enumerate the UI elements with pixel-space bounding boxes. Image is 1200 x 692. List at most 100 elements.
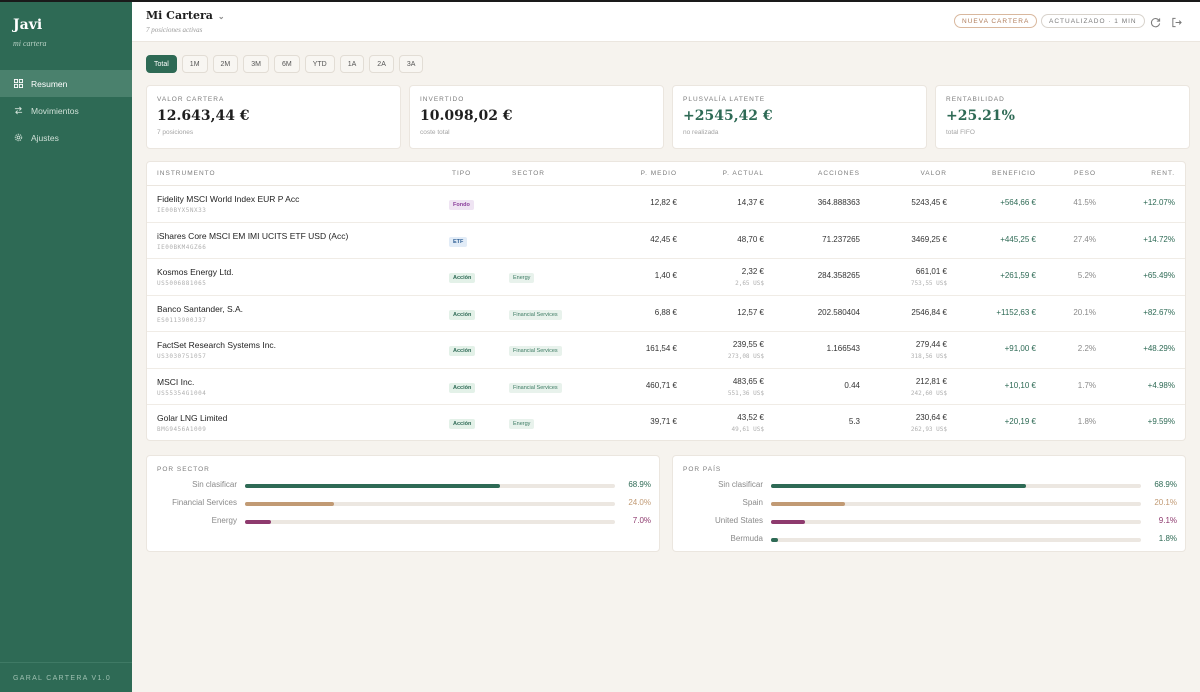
sidebar-nav: Resumen Movimientos Ajustes [0, 70, 132, 151]
table-row[interactable]: iShares Core MSCI EM IMI UCITS ETF USD (… [147, 223, 1185, 259]
tab-period-2a[interactable]: 2A [369, 55, 394, 73]
column-header-beneficio[interactable]: BENEFICIO [992, 170, 1036, 177]
sidebar-item-ajustes[interactable]: Ajustes [0, 124, 132, 151]
distribution-pct: 1.8% [1158, 534, 1177, 543]
shares: 1.166543 [826, 344, 860, 353]
distribution-track [245, 484, 615, 488]
weight: 20.1% [1073, 307, 1096, 317]
tab-period-1m[interactable]: 1M [181, 55, 208, 73]
instrument-isin: IE00BKM4GZ66 [157, 243, 207, 251]
instrument-name: FactSet Research Systems Inc. [157, 340, 277, 350]
current-price-usd: 273,08 US$ [727, 353, 764, 360]
distribution-row: Sin clasificar 68.9% [673, 480, 1187, 492]
instrument-isin: ES0113900J37 [157, 316, 207, 324]
column-header-tipo[interactable]: TIPO [452, 170, 471, 177]
distribution-row: Financial Services 24.0% [147, 498, 661, 510]
position-value-usd: 753,55 US$ [910, 280, 947, 287]
tab-period-3a[interactable]: 3A [398, 55, 424, 73]
column-header-acciones[interactable]: ACCIONES [818, 170, 860, 177]
distribution-pct: 20.1% [1154, 498, 1177, 507]
table-row[interactable]: FactSet Research Systems Inc. US30307510… [147, 332, 1185, 369]
return: +65.49% [1143, 271, 1175, 280]
sidebar-item-label: Ajustes [31, 132, 59, 143]
tab-period-3m[interactable]: 3M [243, 55, 269, 73]
logout-icon[interactable] [1171, 15, 1183, 28]
kpi-label: RENTABILIDAD [946, 96, 1005, 103]
distribution-label: Spain [742, 498, 763, 507]
column-header-rent[interactable]: RENT. [1151, 170, 1175, 177]
distribution-bar [771, 538, 778, 542]
instrument-name: Golar LNG Limited [157, 413, 228, 423]
tab-period-total[interactable]: Total [146, 55, 177, 73]
position-value: 230,64 € [915, 413, 947, 422]
shares: 202.580404 [817, 307, 860, 317]
sidebar-item-resumen[interactable]: Resumen [0, 70, 132, 97]
table-row[interactable]: Fidelity MSCI World Index EUR P Acc IE00… [147, 186, 1185, 223]
distribution-label: United States [714, 516, 763, 525]
refresh-icon[interactable] [1150, 15, 1162, 28]
distribution-track [771, 484, 1141, 488]
sidebar-item-movimientos[interactable]: Movimientos [0, 97, 132, 124]
instrument-isin: BMG9456A1009 [157, 426, 207, 433]
table-row[interactable]: Kosmos Energy Ltd. US5006881065 Acción E… [147, 259, 1185, 296]
current-price: 483,65 € [732, 376, 764, 386]
instrument-name: MSCI Inc. [157, 376, 195, 387]
swap-icon [13, 106, 23, 116]
instrument-isin: IE00BYX5NX33 [157, 207, 207, 214]
tab-period-2m[interactable]: 2M [212, 55, 239, 73]
profit: +20,19 € [1004, 417, 1036, 426]
weight: 5.2% [1077, 271, 1096, 280]
table-row[interactable]: MSCI Inc. US55354G1004 Acción Financial … [147, 369, 1185, 405]
column-header-instrumento[interactable]: INSTRUMENTO [157, 170, 216, 177]
type-badge: Acción [449, 273, 476, 283]
column-header-p-actual[interactable]: P. ACTUAL [723, 170, 764, 177]
tab-period-6m[interactable]: 6M [274, 55, 300, 73]
current-price: 43,52 € [737, 413, 764, 422]
panel-title: POR SECTOR [157, 466, 210, 473]
profit: +1152,63 € [996, 307, 1036, 317]
tab-period-ytd[interactable]: YTD [304, 55, 335, 73]
kpi-value: +25.21% [946, 108, 1015, 124]
column-header-peso[interactable]: PESO [1074, 170, 1096, 177]
column-header-sector[interactable]: SECTOR [512, 170, 545, 177]
sector-badge: Financial Services [509, 382, 562, 393]
return: +9.59% [1147, 417, 1175, 426]
distribution-track [245, 502, 615, 506]
kpi-card-plusvalia: PLUSVALÍA LATENTE +2545,42 € no realizad… [672, 85, 927, 149]
weight: 41.5% [1073, 198, 1096, 207]
kpi-value: 10.098,02 € [420, 108, 513, 124]
distribution-bar [245, 484, 500, 488]
kpi-card-valor: VALOR CARTERA 12.643,44 € 7 posiciones [146, 85, 401, 149]
tab-period-1a[interactable]: 1A [339, 55, 365, 73]
column-header-p-medio[interactable]: P. MEDIO [641, 170, 677, 177]
table-row[interactable]: Banco Santander, S.A. ES0113900J37 Acció… [147, 296, 1185, 332]
column-header-valor[interactable]: VALOR [920, 170, 947, 177]
kpi-note: coste total [420, 129, 450, 136]
distribution-pct: 9.1% [1158, 516, 1177, 525]
distribution-row: Sin clasificar 68.9% [147, 480, 661, 492]
kpi-note: total FIFO [946, 129, 975, 136]
instrument-name: Fidelity MSCI World Index EUR P Acc [157, 194, 300, 204]
avg-price: 6,88 € [654, 307, 677, 317]
current-price: 2,32 € [741, 267, 764, 276]
period-tabs: Total 1M 2M 3M 6M YTD 1A 2A 3A [146, 55, 424, 73]
position-value: 661,01 € [915, 267, 947, 276]
distribution-row: Energy 7.0% [147, 516, 661, 528]
sector-distribution-panel: POR SECTOR Sin clasificar 68.9% Financia… [146, 455, 660, 552]
portfolio-selector[interactable]: Mi Cartera ⌄ [146, 9, 225, 22]
current-price-usd: 2,65 US$ [735, 280, 764, 287]
kpi-label: VALOR CARTERA [157, 96, 225, 103]
distribution-bar [245, 520, 271, 524]
distribution-label: Sin clasificar [192, 480, 237, 489]
instrument-isin: US3030751057 [157, 353, 207, 360]
table-row[interactable]: Golar LNG Limited BMG9456A1009 Acción En… [147, 405, 1185, 442]
new-portfolio-button[interactable]: NUEVA CARTERA [954, 14, 1038, 28]
weight: 2.2% [1077, 344, 1096, 353]
distribution-label: Energy [211, 516, 237, 525]
avg-price: 460,71 € [645, 380, 677, 390]
kpi-label: PLUSVALÍA LATENTE [683, 96, 766, 103]
brand: Javi mi cartera [13, 17, 47, 48]
distribution-pct: 68.9% [1154, 480, 1177, 489]
updated-status: ACTUALIZADO · 1 MIN [1041, 14, 1145, 28]
type-badge: Fondo [449, 200, 474, 210]
